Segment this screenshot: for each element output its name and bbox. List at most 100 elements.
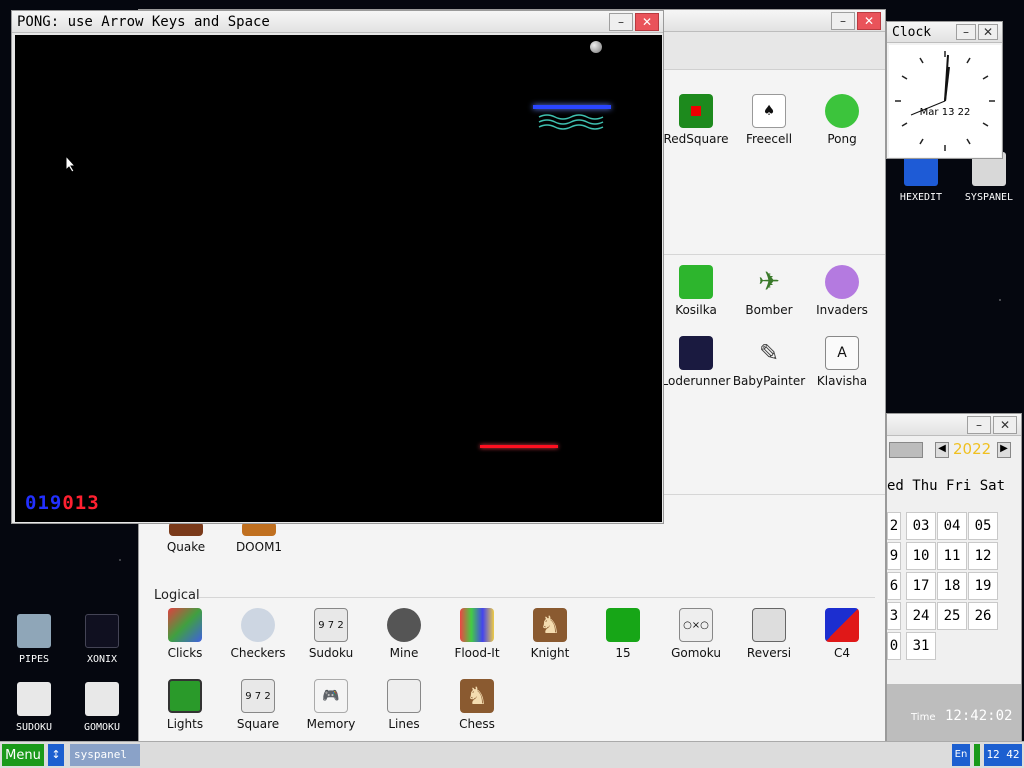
app-label: Lines	[388, 717, 420, 731]
desktop-icon-label: SYSPANEL	[964, 192, 1014, 203]
score-right: 013	[62, 492, 100, 514]
app-freecell[interactable]: ♠ Freecell	[732, 94, 806, 164]
day-cell[interactable]: 9	[887, 542, 901, 570]
desktop-icon-gomoku[interactable]: GOMOKU	[70, 682, 134, 733]
app-pong[interactable]: Pong	[805, 94, 879, 164]
language-indicator[interactable]: En	[952, 744, 970, 766]
day-cell[interactable]: 2	[887, 512, 901, 540]
day-cell[interactable]: 3	[887, 602, 901, 630]
app-invaders[interactable]: Invaders	[805, 265, 879, 335]
close-button[interactable]: ✕	[857, 11, 881, 30]
day-cell[interactable]: 26	[968, 602, 998, 630]
fifteen-icon	[606, 608, 640, 642]
time-label: Time	[911, 712, 936, 723]
app-kosilka[interactable]: Kosilka	[659, 265, 733, 335]
pong-court[interactable]: 019013	[15, 35, 662, 522]
day-cell[interactable]: 04	[937, 512, 967, 540]
app-15[interactable]: 15	[586, 608, 660, 678]
year-next-button[interactable]: ▶	[997, 442, 1011, 458]
desktop-icon-syspanel[interactable]: SYSPANEL	[957, 152, 1021, 203]
window-title: Clock	[892, 24, 932, 40]
right-paddle	[480, 445, 558, 448]
score-left: 019	[25, 492, 63, 514]
day-cell[interactable]: 19	[968, 572, 998, 600]
section-divider	[659, 494, 885, 495]
app-loderunner[interactable]: Loderunner	[659, 336, 733, 406]
red-square-icon	[679, 94, 713, 128]
app-label: Kosilka	[675, 303, 717, 317]
checkers-icon	[241, 608, 275, 642]
minimize-button[interactable]: –	[831, 11, 855, 30]
app-doom1[interactable]: DOOM1	[222, 522, 296, 570]
year-prev-button[interactable]: ◀	[935, 442, 949, 458]
desktop-icon-sudoku[interactable]: SUDOKU	[2, 682, 66, 733]
app-bomber[interactable]: ✈ Bomber	[732, 265, 806, 335]
pipette-icon: ✎	[758, 339, 780, 367]
day-cell[interactable]: 24	[906, 602, 936, 630]
app-babypainter[interactable]: ✎ BabyPainter	[732, 336, 806, 406]
weekday-header: ed Thu Fri Sat	[887, 478, 1006, 494]
app-label: Mine	[389, 646, 419, 660]
app-lines[interactable]: Lines	[367, 679, 441, 749]
left-paddle	[533, 105, 611, 109]
task-switch-icon[interactable]: ↕	[48, 744, 64, 766]
desktop-icon-pipes[interactable]: PIPES	[2, 614, 66, 665]
minimize-button[interactable]: –	[956, 24, 976, 40]
task-button-syspanel[interactable]: syspanel	[70, 744, 140, 766]
day-cell[interactable]: 6	[887, 572, 901, 600]
app-label: Reversi	[746, 646, 792, 660]
app-checkers[interactable]: Checkers	[221, 608, 295, 678]
status-indicator	[974, 744, 980, 766]
day-cell[interactable]: 11	[937, 542, 967, 570]
square-icon: 9 7 2	[241, 679, 275, 713]
menu-button[interactable]: Menu	[2, 744, 44, 766]
close-button[interactable]: ✕	[978, 24, 998, 40]
app-chess[interactable]: ♞ Chess	[440, 679, 514, 749]
app-knight[interactable]: ♞ Knight	[513, 608, 587, 678]
app-clicks[interactable]: Clicks	[148, 608, 222, 678]
app-lights[interactable]: Lights	[148, 679, 222, 749]
close-button[interactable]: ✕	[993, 415, 1017, 434]
app-label: Loderunner	[661, 374, 731, 388]
desktop-icon-xonix[interactable]: XONIX	[70, 614, 134, 665]
app-klavisha[interactable]: A Klavisha	[805, 336, 879, 406]
day-cell[interactable]: 25	[937, 602, 967, 630]
app-sudoku[interactable]: 9 7 2 Sudoku	[294, 608, 368, 678]
pong-titlebar[interactable]: PONG: use Arrow Keys and Space – ✕	[12, 11, 663, 33]
taskbar: Menu ↕ syspanel En 12 42	[0, 741, 1024, 768]
app-label: Klavisha	[816, 374, 868, 388]
desktop-icon-hexedit[interactable]: HEXEDIT	[889, 152, 953, 203]
app-gomoku[interactable]: ○×○ Gomoku	[659, 608, 733, 678]
minimize-button[interactable]: –	[967, 415, 991, 434]
ufo-icon	[825, 265, 859, 299]
day-cell[interactable]: 05	[968, 512, 998, 540]
day-cell[interactable]: 10	[906, 542, 936, 570]
app-redsquare[interactable]: RedSquare	[659, 94, 733, 164]
section-divider	[199, 597, 875, 598]
app-c4[interactable]: C4	[805, 608, 879, 678]
clock-titlebar[interactable]: Clock – ✕	[887, 22, 1002, 43]
app-square[interactable]: 9 7 2 Square	[221, 679, 295, 749]
calendar-titlebar[interactable]: – ✕	[887, 414, 1021, 436]
clock-window: Clock – ✕ Mar 13 22	[886, 21, 1003, 159]
close-button[interactable]: ✕	[635, 12, 659, 31]
day-cell[interactable]: 0	[887, 632, 901, 660]
day-cell[interactable]: 03	[906, 512, 936, 540]
xonix-icon	[85, 614, 119, 648]
day-cell[interactable]: 31	[906, 632, 936, 660]
minimize-button[interactable]: –	[609, 12, 633, 31]
app-memory[interactable]: 🎮 Memory	[294, 679, 368, 749]
taskbar-clock[interactable]: 12 42	[984, 744, 1022, 766]
app-flood-it[interactable]: Flood-It	[440, 608, 514, 678]
desktop-icon-label: SUDOKU	[15, 722, 53, 733]
pong-icon	[825, 94, 859, 128]
month-field[interactable]	[889, 442, 923, 458]
day-cell[interactable]: 17	[906, 572, 936, 600]
time-value: 12:42:02	[945, 708, 1013, 724]
app-quake[interactable]: Quake	[149, 522, 223, 570]
day-cell[interactable]: 12	[968, 542, 998, 570]
day-cell[interactable]: 18	[937, 572, 967, 600]
app-mine[interactable]: Mine	[367, 608, 441, 678]
app-reversi[interactable]: Reversi	[732, 608, 806, 678]
app-label: Checkers	[230, 646, 286, 660]
